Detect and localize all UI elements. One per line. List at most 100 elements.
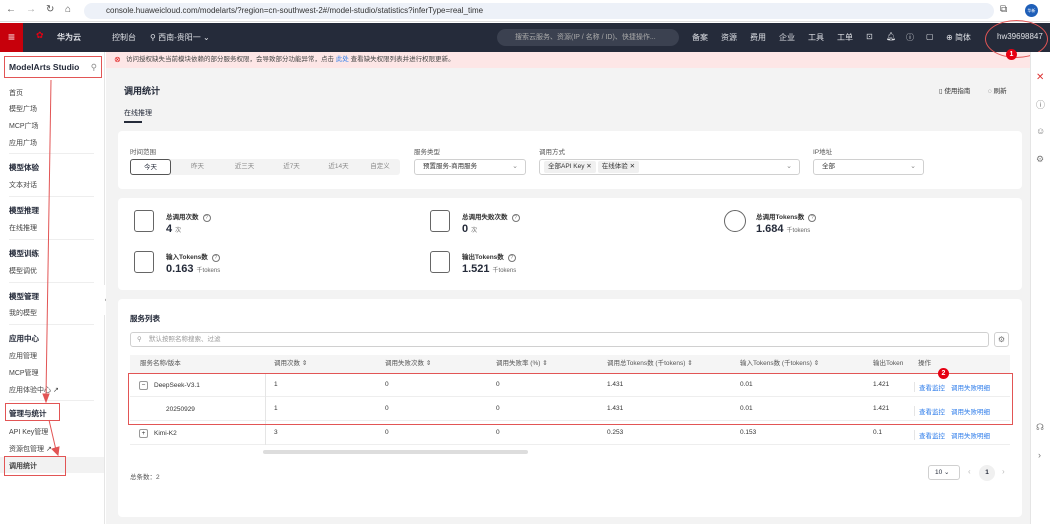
- language-label: 简体: [954, 33, 971, 42]
- column-header-calls[interactable]: 调用次数 ⇕: [274, 355, 307, 373]
- time-option-14days[interactable]: 近14天: [316, 159, 361, 175]
- tag-label: 在线体验: [601, 163, 628, 170]
- table-row: − DeepSeek-V3.1 1 0 0 1.431 0.01 1.421 查看监控 调用失败明…: [130, 373, 1010, 397]
- table-cell: 1.431: [607, 405, 624, 412]
- alert-link[interactable]: 此处: [336, 56, 349, 63]
- column-header-total-tokens[interactable]: 调用总Tokens数 (千tokens) ⇕: [607, 355, 693, 373]
- stat-value: 4次: [166, 223, 181, 235]
- stat-title: 总调用次数?: [166, 211, 211, 222]
- stat-value: 1.521 千tokens: [462, 263, 516, 275]
- failure-details-link[interactable]: 调用失败明细: [951, 409, 990, 416]
- refresh-button[interactable]: ◌ 刷新: [988, 85, 1007, 95]
- stat-title: 输入Tokens数?: [166, 251, 220, 262]
- chevron-down-icon: ⌄: [944, 469, 950, 476]
- failure-details-link[interactable]: 调用失败明细: [951, 433, 990, 440]
- column-header-fail-rate[interactable]: 调用失败率 (%) ⇕: [496, 355, 548, 373]
- menu-icon[interactable]: ≡: [0, 23, 23, 52]
- nav-item-tools[interactable]: 工具: [808, 32, 824, 43]
- guide-link[interactable]: ▯ 使用指南: [939, 85, 970, 95]
- global-search-input[interactable]: 搜索云服务、资源(IP / 名称 / ID)、快捷操作...: [497, 29, 679, 46]
- expand-toggle-icon[interactable]: −: [139, 381, 148, 390]
- stat-value: 1.684 千tokens: [756, 223, 810, 235]
- help-icon[interactable]: ?: [511, 214, 520, 222]
- time-option-3days[interactable]: 近三天: [222, 159, 267, 175]
- user-account-menu[interactable]: hw39698847: [997, 32, 1043, 41]
- column-header-failed[interactable]: 调用失败次数 ⇕: [385, 355, 431, 373]
- nav-item-billing[interactable]: 费用: [750, 32, 766, 43]
- region-selector[interactable]: ⚲ 西南-贵阳一 ⌄: [150, 32, 210, 43]
- feedback-icon[interactable]: ▢: [926, 32, 934, 41]
- annotation-arrows: [42, 79, 60, 457]
- fixed-column-divider: [265, 397, 266, 421]
- column-header-name: 服务名称/版本: [140, 360, 181, 367]
- nav-item-enterprise[interactable]: 企业: [779, 32, 795, 43]
- service-search-input[interactable]: ⚲ 默认按照名称搜索、过滤: [130, 332, 989, 347]
- service-type-label: 服务类型: [414, 149, 440, 156]
- service-type-value: 预置服务-商用服务: [423, 163, 478, 170]
- address-bar[interactable]: console.huaweicloud.com/modelarts/?regio…: [84, 3, 994, 19]
- top-navigation: ≡ ✿ 华为云 控制台 ⚲ 西南-贵阳一 ⌄ 搜索云服务、资源(IP / 名称 …: [0, 23, 1050, 52]
- smile-feedback-icon[interactable]: ☺: [1036, 126, 1045, 136]
- prev-page-button[interactable]: ‹: [968, 467, 971, 476]
- ip-address-select[interactable]: 全部 ⌄: [813, 159, 924, 175]
- close-icon[interactable]: ✕: [630, 163, 635, 170]
- page-size-select[interactable]: 10 ⌄: [928, 465, 960, 480]
- stat-unit: 次: [471, 228, 478, 234]
- console-link[interactable]: 控制台: [112, 32, 136, 43]
- table-settings-icon[interactable]: ⚙: [994, 332, 1009, 347]
- headset-icon[interactable]: ☊: [1036, 422, 1044, 433]
- annotation-badge-1: 1: [1006, 49, 1017, 60]
- cloud-shell-icon[interactable]: ⊡: [866, 32, 873, 41]
- sort-icon[interactable]: ⇕: [302, 360, 307, 367]
- sort-icon[interactable]: ⇕: [814, 360, 819, 367]
- tab-online-inference[interactable]: 在线推理: [124, 108, 152, 118]
- forward-icon[interactable]: →: [26, 4, 36, 15]
- header-label: 调用失败次数: [385, 360, 424, 367]
- time-option-yesterday[interactable]: 昨天: [175, 159, 220, 175]
- close-icon[interactable]: ✕: [586, 163, 591, 170]
- sort-icon[interactable]: ⇕: [687, 360, 692, 367]
- profile-avatar[interactable]: 华新: [1025, 4, 1038, 17]
- invoke-method-select[interactable]: 全部API Key ✕ 在线体验 ✕ ⌄: [539, 159, 800, 175]
- reload-icon[interactable]: ↻: [46, 4, 54, 15]
- ai-assistant-icon[interactable]: ✕: [1036, 72, 1044, 83]
- invoke-method-label: 调用方式: [539, 149, 565, 156]
- help-icon[interactable]: ?: [202, 214, 211, 222]
- column-header-input-tokens[interactable]: 输入Tokens数 (千tokens) ⇕: [740, 355, 819, 373]
- table-cell: 0.01: [740, 381, 753, 388]
- nav-item-filing[interactable]: 备案: [692, 32, 708, 43]
- expand-icon[interactable]: ›: [1038, 450, 1041, 460]
- home-icon[interactable]: ⌂: [65, 4, 71, 15]
- help-icon[interactable]: ?: [211, 254, 220, 262]
- bell-icon[interactable]: 🔔︎: [886, 32, 896, 41]
- nav-item-resources[interactable]: 资源: [721, 32, 737, 43]
- extensions-icon[interactable]: ⧉: [1000, 4, 1007, 15]
- view-monitor-link[interactable]: 查看监控: [919, 433, 945, 440]
- failure-details-link[interactable]: 调用失败明细: [951, 385, 990, 392]
- back-icon[interactable]: ←: [6, 4, 16, 15]
- help-icon[interactable]: ⓘ: [1036, 98, 1045, 111]
- expand-toggle-icon[interactable]: +: [139, 429, 148, 438]
- time-option-today[interactable]: 今天: [130, 159, 171, 175]
- brand-name[interactable]: 华为云: [57, 32, 81, 43]
- chevron-down-icon: ⌄: [786, 163, 792, 170]
- next-page-button[interactable]: ›: [1002, 467, 1005, 476]
- time-option-7days[interactable]: 近7天: [269, 159, 314, 175]
- nav-item-tickets[interactable]: 工单: [837, 32, 853, 43]
- language-selector[interactable]: ⊕ 简体: [946, 32, 971, 43]
- help-icon[interactable]: ⓘ: [906, 32, 914, 43]
- settings-icon[interactable]: ⚙: [1036, 154, 1044, 165]
- table-cell: 0: [496, 429, 500, 436]
- sort-icon[interactable]: ⇕: [542, 360, 547, 367]
- sort-icon[interactable]: ⇕: [426, 360, 431, 367]
- time-option-custom[interactable]: 自定义: [360, 159, 400, 175]
- view-monitor-link[interactable]: 查看监控: [919, 409, 945, 416]
- view-monitor-link[interactable]: 查看监控: [919, 385, 945, 392]
- help-icon[interactable]: ?: [808, 214, 817, 222]
- help-icon[interactable]: ?: [507, 254, 516, 262]
- stat-title: 总调用Tokens数?: [756, 211, 817, 222]
- horizontal-scrollbar[interactable]: [263, 450, 528, 454]
- page-1-button[interactable]: 1: [979, 465, 995, 481]
- calls-chart-icon: [134, 210, 154, 232]
- service-type-select[interactable]: 预置服务-商用服务 ⌄: [414, 159, 526, 175]
